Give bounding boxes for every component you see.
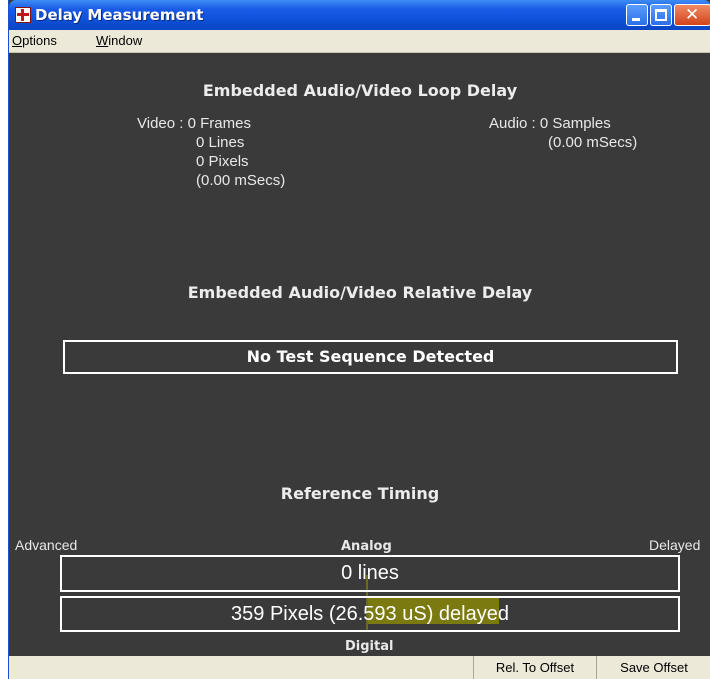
window-title: Delay Measurement bbox=[35, 6, 204, 24]
analog-label: Analog bbox=[341, 539, 392, 554]
reference-timing-heading: Reference Timing bbox=[280, 484, 440, 503]
delay-measurement-window: Delay Measurement ✕ Options Window Embed… bbox=[8, 0, 710, 679]
menu-bar: Options Window bbox=[9, 30, 710, 53]
close-button[interactable]: ✕ bbox=[674, 4, 710, 26]
video-lines: 0 Lines bbox=[196, 134, 245, 151]
app-icon[interactable] bbox=[15, 7, 31, 23]
title-bar[interactable]: Delay Measurement ✕ bbox=[9, 0, 710, 30]
minimize-button[interactable] bbox=[626, 4, 648, 26]
audio-samples: Audio : 0 Samples bbox=[489, 115, 611, 132]
rel-to-offset-button[interactable]: Rel. To Offset bbox=[473, 656, 596, 679]
loop-delay-heading: Embedded Audio/Video Loop Delay bbox=[202, 81, 518, 100]
relative-delay-heading: Embedded Audio/Video Relative Delay bbox=[187, 283, 533, 302]
close-icon: ✕ bbox=[685, 5, 700, 25]
delayed-label: Delayed bbox=[649, 537, 701, 553]
video-pixels: 0 Pixels bbox=[196, 153, 249, 170]
video-msecs: (0.00 mSecs) bbox=[196, 172, 286, 189]
video-frames: Video : 0 Frames bbox=[137, 115, 251, 132]
digital-label: Digital bbox=[345, 639, 394, 654]
save-offset-button[interactable]: Save Offset bbox=[596, 656, 710, 679]
status-bar: Rel. To Offset Save Offset bbox=[9, 656, 710, 679]
analog-value-box: 0 lines bbox=[60, 555, 680, 592]
maximize-button[interactable] bbox=[650, 4, 672, 26]
minimize-icon bbox=[632, 18, 640, 21]
digital-value-box: 359 Pixels (26.593 uS) delayed bbox=[60, 596, 680, 632]
menu-options[interactable]: Options bbox=[12, 33, 57, 48]
menu-window[interactable]: Window bbox=[96, 33, 142, 48]
main-content: Embedded Audio/Video Loop Delay Video : … bbox=[9, 53, 710, 656]
advanced-label: Advanced bbox=[15, 537, 78, 553]
audio-msecs: (0.00 mSecs) bbox=[548, 134, 638, 151]
maximize-icon bbox=[655, 9, 667, 21]
relative-delay-status: No Test Sequence Detected bbox=[63, 340, 678, 374]
